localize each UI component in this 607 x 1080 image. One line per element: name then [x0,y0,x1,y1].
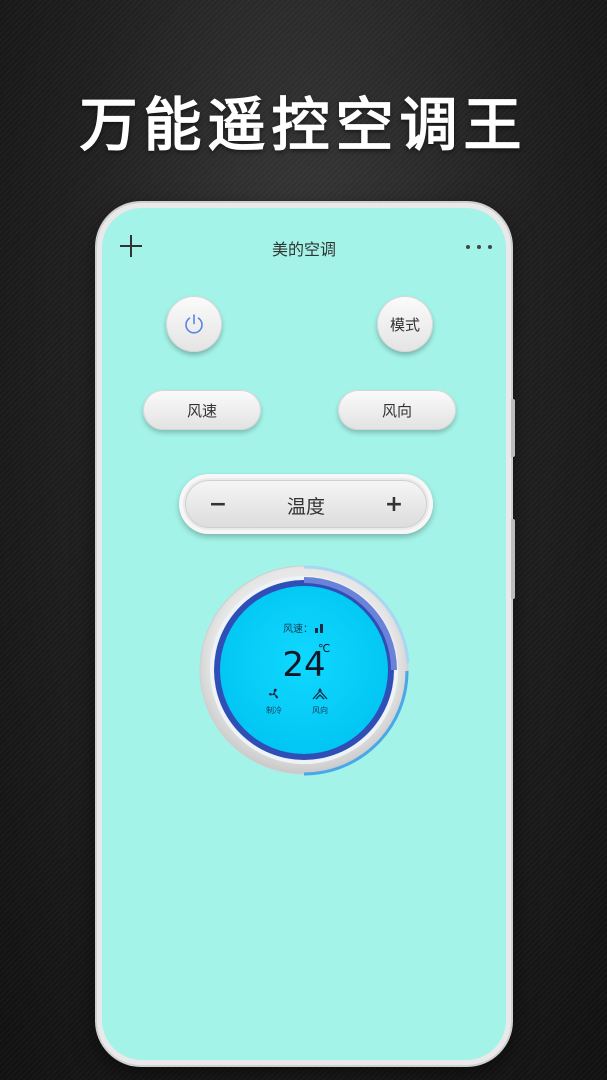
direction-indicator-label: 风向 [312,706,328,715]
mode-button[interactable]: 模式 [377,296,433,352]
mode-indicator-label: 制冷 [266,706,282,715]
volume-button [511,399,515,457]
temperature-control: − 温度 + [179,474,433,534]
app-title: 美的空调 [271,240,336,259]
ac-display: 风速： 24 ℃ 制冷 风向 [197,563,411,777]
temp-increase-button[interactable]: + [379,490,409,520]
power-icon [185,314,203,334]
app-screen: 美的空调 模式 风速 风向 − 温度 + 风速： 24 ℃ 制冷 风向 [102,208,506,1060]
more-icon[interactable] [466,244,492,250]
temperature-unit: ℃ [318,642,331,655]
wind-direction-icon [312,688,328,700]
phone-frame: 美的空调 模式 风速 风向 − 温度 + 风速： 24 ℃ 制冷 风向 [97,203,515,1065]
direction-button[interactable]: 风向 [338,390,456,430]
power-side-button [511,519,515,599]
fan-icon [268,688,278,699]
fan-speed-indicator: 风速： [197,620,411,635]
promo-headline: 万能遥控空调王 [79,91,528,159]
fan-speed-button[interactable]: 风速 [143,390,261,430]
top-bar: 美的空调 [102,208,506,278]
signal-icon [315,624,325,633]
power-button[interactable] [166,296,222,352]
temperature-value: 24 [282,645,326,685]
